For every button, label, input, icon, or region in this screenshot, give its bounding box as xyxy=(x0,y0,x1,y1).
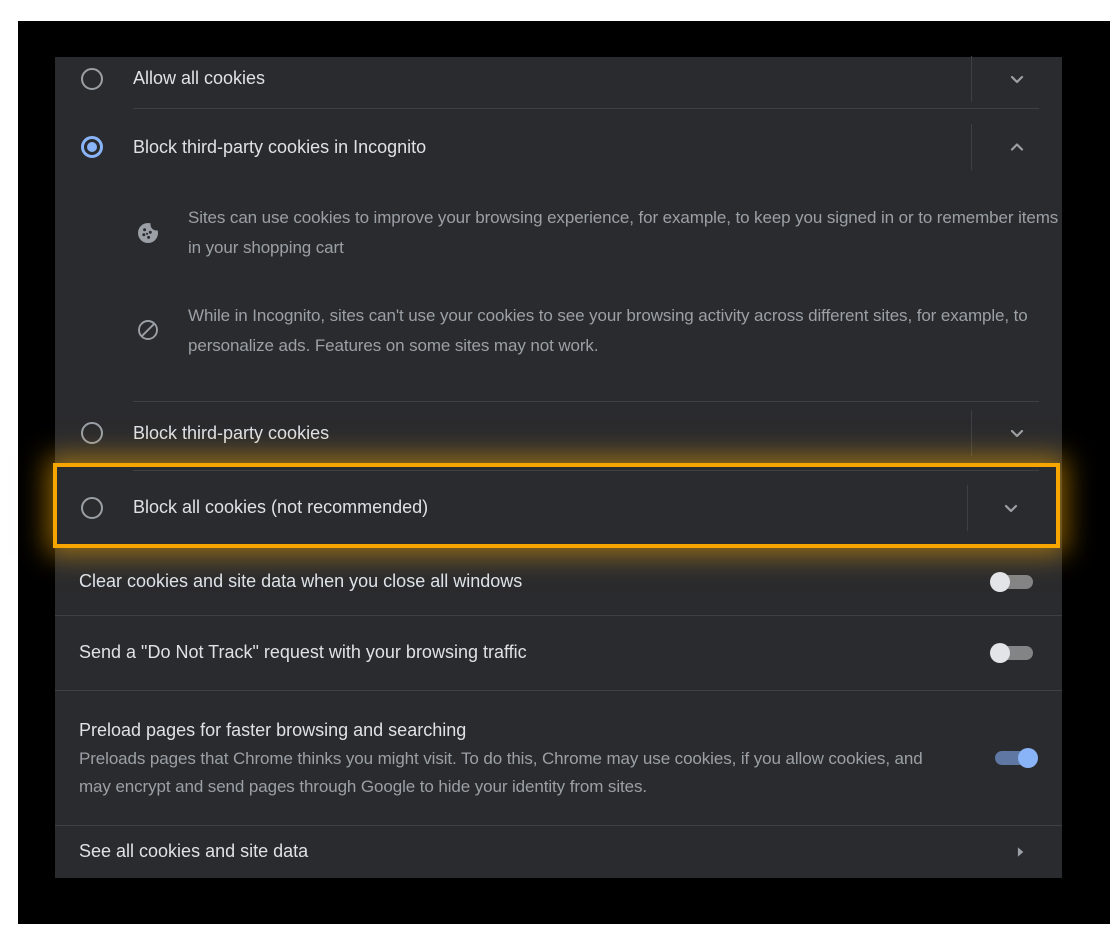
setting-row-preload-pages[interactable]: Preload pages for faster browsing and se… xyxy=(55,690,1062,825)
cookie-option-description: Sites can use cookies to improve your br… xyxy=(188,203,1063,263)
radio-label: Block third-party cookies in Incognito xyxy=(133,137,952,158)
setting-label: Send a "Do Not Track" request with your … xyxy=(79,642,990,663)
radio-row-allow-all-cookies[interactable]: Allow all cookies xyxy=(55,49,1062,108)
annotation-highlight-box: Block all cookies (not recommended) xyxy=(53,463,1060,548)
radio-row-block-all-cookies[interactable]: Block all cookies (not recommended) xyxy=(57,471,1056,544)
setting-row-see-all-cookies[interactable]: See all cookies and site data xyxy=(55,825,1062,878)
setting-label: Preload pages for faster browsing and se… xyxy=(79,715,960,745)
cookie-settings-panel: Allow all cookies Block third-party cook… xyxy=(55,57,1062,878)
radio-label: Allow all cookies xyxy=(133,68,952,89)
toggle-knob xyxy=(1018,748,1038,768)
setting-description: Preloads pages that Chrome thinks you mi… xyxy=(79,745,959,801)
link-label: See all cookies and site data xyxy=(79,841,1010,862)
radio-button-unselected[interactable] xyxy=(81,422,103,444)
blocked-icon xyxy=(136,318,160,342)
radio-button-selected[interactable] xyxy=(81,136,103,158)
toggle-preload-pages[interactable] xyxy=(990,747,1038,769)
radio-row-block-third-party-incognito[interactable]: Block third-party cookies in Incognito xyxy=(55,109,1062,185)
radio-button-unselected[interactable] xyxy=(81,497,103,519)
expand-button[interactable] xyxy=(972,402,1062,464)
toggle-do-not-track[interactable] xyxy=(990,642,1038,664)
toggle-knob xyxy=(990,572,1010,592)
radio-label: Block all cookies (not recommended) xyxy=(133,497,946,518)
radio-row-block-third-party[interactable]: Block third-party cookies xyxy=(55,402,1062,464)
toggle-knob xyxy=(990,643,1010,663)
arrow-right-icon xyxy=(1010,842,1030,862)
chevron-down-icon xyxy=(999,496,1023,520)
toggle-clear-on-close[interactable] xyxy=(990,571,1038,593)
collapse-button[interactable] xyxy=(972,109,1062,185)
expand-button[interactable] xyxy=(966,471,1056,544)
expand-button[interactable] xyxy=(972,49,1062,108)
incognito-option-description: While in Incognito, sites can't use your… xyxy=(188,301,1063,361)
setting-label: Clear cookies and site data when you clo… xyxy=(79,571,990,592)
radio-button-unselected[interactable] xyxy=(81,68,103,90)
chevron-down-icon xyxy=(1005,421,1029,445)
chevron-down-icon xyxy=(1005,67,1029,91)
screenshot-frame: Allow all cookies Block third-party cook… xyxy=(18,21,1110,924)
radio-label: Block third-party cookies xyxy=(133,423,952,444)
setting-row-do-not-track[interactable]: Send a "Do Not Track" request with your … xyxy=(55,615,1062,690)
setting-row-clear-on-close[interactable]: Clear cookies and site data when you clo… xyxy=(55,548,1062,615)
chevron-up-icon xyxy=(1005,135,1029,159)
cookie-icon xyxy=(136,221,160,245)
